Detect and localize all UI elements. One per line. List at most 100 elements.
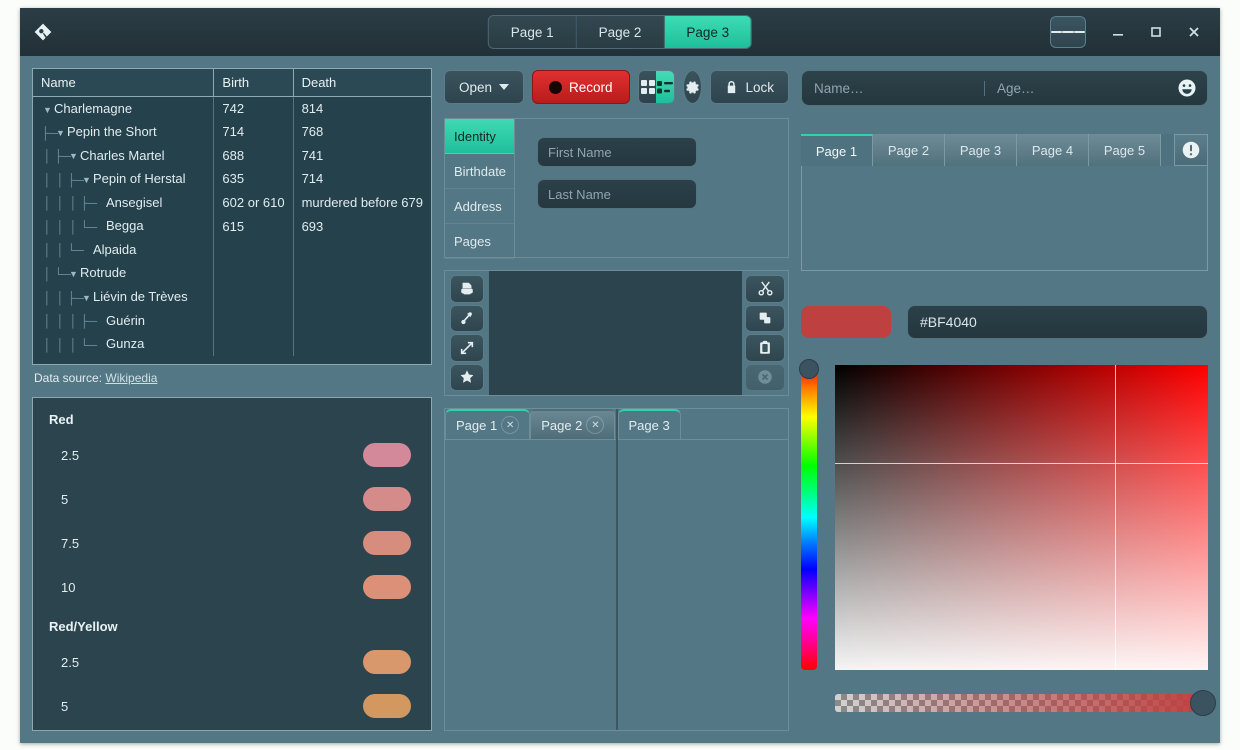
form-tab-birthdate[interactable]: Birthdate: [445, 154, 514, 189]
close-icon[interactable]: [1176, 14, 1212, 50]
tree-guide-line: │: [43, 314, 52, 329]
column-header-death[interactable]: Death: [293, 69, 431, 97]
page-tab-3[interactable]: Page 3: [945, 134, 1017, 166]
page-tabs-section: Page 1 Page 2 Page 3 Page 4 Page 5: [801, 134, 1208, 271]
tree-guide-line: │: [56, 172, 65, 187]
hue-slider-handle[interactable]: [799, 359, 819, 379]
tree-twisty-icon[interactable]: ▼: [67, 151, 80, 161]
print-icon[interactable]: [450, 275, 484, 303]
split-tab-page-1[interactable]: Page 1 ✕: [445, 409, 531, 439]
open-button-label: Open: [459, 79, 493, 95]
branch-merge-icon[interactable]: [450, 304, 484, 332]
table-row[interactable]: │ └─▼ Rotrude: [33, 261, 431, 285]
name-search-input[interactable]: Name…: [802, 81, 984, 96]
list-item[interactable]: 7.5: [47, 521, 417, 565]
lock-button[interactable]: Lock: [710, 70, 789, 104]
color-value-label: 10: [61, 579, 76, 595]
close-icon[interactable]: ✕: [501, 416, 520, 434]
tree-guide-line: │: [56, 314, 65, 329]
table-row[interactable]: │ │ └─ Alpaida: [33, 237, 431, 262]
split-left-content[interactable]: [445, 439, 616, 730]
column-header-birth[interactable]: Birth: [213, 69, 294, 97]
last-name-input[interactable]: Last Name: [537, 179, 697, 209]
edit-canvas[interactable]: [489, 271, 742, 395]
tree-guide-line: │: [56, 290, 65, 305]
value-gradient: [835, 365, 1208, 670]
form-tab-address[interactable]: Address: [445, 189, 514, 224]
window-tab-page-3[interactable]: Page 3: [664, 16, 752, 48]
tree-cell-death: [293, 332, 431, 356]
grid-view-icon[interactable]: [638, 71, 657, 103]
hamburger-menu-icon[interactable]: [1050, 16, 1086, 48]
window-tab-page-2[interactable]: Page 2: [576, 16, 665, 48]
alpha-slider-handle[interactable]: [1190, 690, 1216, 716]
page-tab-5[interactable]: Page 5: [1089, 134, 1161, 166]
list-item[interactable]: 5: [47, 684, 417, 728]
column-header-name[interactable]: Name: [33, 69, 215, 97]
app-window: Page 1 Page 2 Page 3 Name Birth Death ▼ …: [20, 8, 1220, 743]
star-icon[interactable]: [450, 363, 484, 391]
list-item[interactable]: 5: [47, 477, 417, 521]
list-item[interactable]: 2.5: [47, 433, 417, 477]
tree-twisty-icon[interactable]: ▼: [80, 175, 93, 185]
paste-icon[interactable]: [745, 334, 785, 362]
close-icon[interactable]: ✕: [586, 416, 605, 434]
tree-cell-birth: 742: [213, 96, 294, 120]
tree-cell-death: 741: [301, 147, 324, 163]
table-row[interactable]: │ │ │ └─ Gunza: [33, 332, 431, 356]
color-scale-list-panel[interactable]: Red 2.5 5 7.5 10 Red/Yellow 2.5 5: [32, 397, 432, 731]
record-button[interactable]: Record: [532, 70, 630, 104]
tree-twisty-icon[interactable]: ▼: [80, 293, 93, 303]
hue-slider[interactable]: [799, 359, 819, 670]
tree-twisty-icon[interactable]: ▼: [41, 105, 54, 115]
tree-cell-name: │ │ ├─▼ Pepin of Herstal: [33, 167, 215, 191]
form-tab-identity[interactable]: Identity: [445, 119, 514, 154]
form-body: First Name Last Name: [515, 119, 788, 257]
list-item[interactable]: 10: [47, 565, 417, 609]
saturation-value-box[interactable]: [835, 365, 1208, 670]
gear-icon[interactable]: [683, 70, 703, 104]
cut-scissors-icon[interactable]: [745, 275, 785, 303]
hex-color-input[interactable]: #BF4040: [907, 305, 1208, 339]
open-dropdown-button[interactable]: Open: [444, 70, 525, 104]
smiley-face-icon[interactable]: [1167, 78, 1207, 98]
table-row[interactable]: ▼ Charlemagne 742 814: [33, 96, 431, 120]
table-row[interactable]: │ │ │ └─ Begga 615 693: [33, 214, 431, 238]
table-row[interactable]: │ │ │ ├─ Ansegisel 602 or 610 murdered before …: [33, 190, 431, 215]
lock-icon: [728, 80, 736, 93]
list-item[interactable]: 2.5: [47, 640, 417, 684]
tree-cell-name: │ ├─▼ Charles Martel: [33, 143, 215, 168]
page-tab-2[interactable]: Page 2: [873, 134, 945, 166]
table-row[interactable]: │ │ │ ├─ Guérin: [33, 308, 431, 333]
page-tab-1[interactable]: Page 1: [801, 134, 873, 166]
table-row[interactable]: │ │ ├─▼ Pepin of Herstal 635 714: [33, 167, 431, 191]
split-tab-page-2[interactable]: Page 2 ✕: [530, 409, 616, 439]
tree-node-label: Liévin de Trèves: [93, 288, 188, 304]
tree-twisty-icon[interactable]: ▼: [54, 128, 67, 138]
window-tab-group[interactable]: Page 1 Page 2 Page 3: [487, 15, 753, 49]
tree-twisty-icon[interactable]: ▼: [67, 269, 80, 279]
first-name-input[interactable]: First Name: [537, 137, 697, 167]
table-row[interactable]: ├─▼ Pepin the Short 714 768: [33, 120, 431, 144]
data-source-link[interactable]: Wikipedia: [105, 371, 157, 385]
tree-cell-birth: 714: [213, 120, 294, 144]
alpha-slider[interactable]: [835, 690, 1216, 716]
age-search-input[interactable]: Age…: [984, 80, 1167, 96]
page-tab-4[interactable]: Page 4: [1017, 134, 1089, 166]
color-swatch[interactable]: [801, 306, 891, 338]
expand-arrows-icon[interactable]: [450, 334, 484, 362]
form-tab-pages[interactable]: Pages: [445, 224, 514, 259]
alert-exclamation-icon[interactable]: [1174, 134, 1208, 166]
tree-branch-icon: ├─: [41, 125, 59, 140]
maximize-icon[interactable]: [1138, 14, 1174, 50]
list-view-icon[interactable]: [656, 71, 675, 103]
copy-icon[interactable]: [745, 304, 785, 332]
minimize-icon[interactable]: [1100, 14, 1136, 50]
split-right-content[interactable]: [617, 439, 788, 730]
page-tab-content[interactable]: [801, 166, 1208, 271]
table-row[interactable]: │ │ ├─▼ Liévin de Trèves: [33, 284, 431, 309]
window-tab-page-1[interactable]: Page 1: [488, 16, 577, 48]
tree-table-scroll[interactable]: Name Birth Death ▼ Charlemagne 742 814 ├─▼ Pe…: [32, 68, 432, 365]
table-row[interactable]: │ ├─▼ Charles Martel 688 741: [33, 143, 431, 168]
split-tab-page-3[interactable]: Page 3: [617, 409, 681, 439]
